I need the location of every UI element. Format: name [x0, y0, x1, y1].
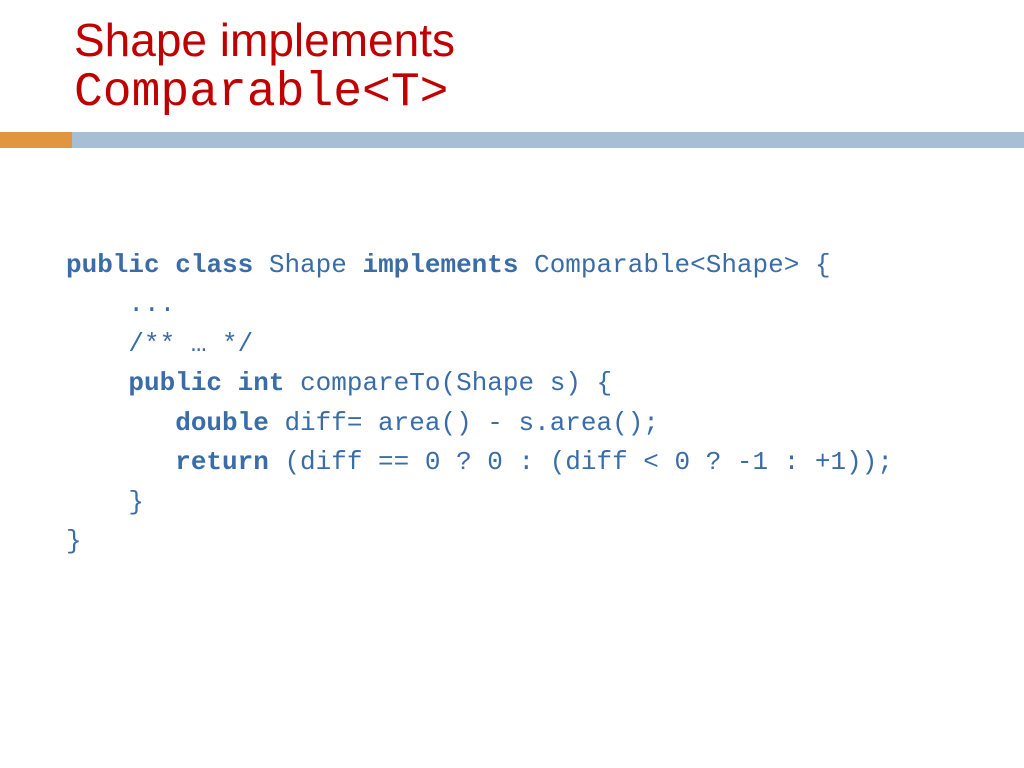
code-text: diff= area() - s.area(); [269, 408, 659, 438]
keyword-class: class [175, 250, 253, 280]
code-text: ... [66, 289, 175, 319]
code-comment: /** … */ [66, 329, 253, 359]
keyword-double: double [175, 408, 269, 438]
accent-tab [0, 132, 72, 148]
code-text: } [66, 526, 82, 556]
code-indent [66, 408, 175, 438]
code-text: Shape [253, 250, 362, 280]
code-text: compareTo(Shape s) { [284, 368, 612, 398]
code-text: (diff == 0 ? 0 : (diff < 0 ? -1 : +1)); [269, 447, 893, 477]
title-line-2: Comparable<T> [74, 67, 1024, 120]
code-indent [66, 447, 175, 477]
keyword-return: return [175, 447, 269, 477]
slide: Shape implements Comparable<T> public cl… [0, 0, 1024, 768]
title-line-1: Shape implements [74, 14, 1024, 67]
keyword-int: int [238, 368, 285, 398]
code-text: Comparable<Shape> { [519, 250, 831, 280]
code-indent [66, 368, 128, 398]
keyword-implements: implements [362, 250, 518, 280]
code-text: } [66, 487, 144, 517]
accent-bar [0, 132, 1024, 148]
code-block: public class Shape implements Comparable… [0, 148, 1024, 562]
keyword-public: public [128, 368, 222, 398]
slide-title: Shape implements Comparable<T> [0, 0, 1024, 120]
keyword-public: public [66, 250, 160, 280]
